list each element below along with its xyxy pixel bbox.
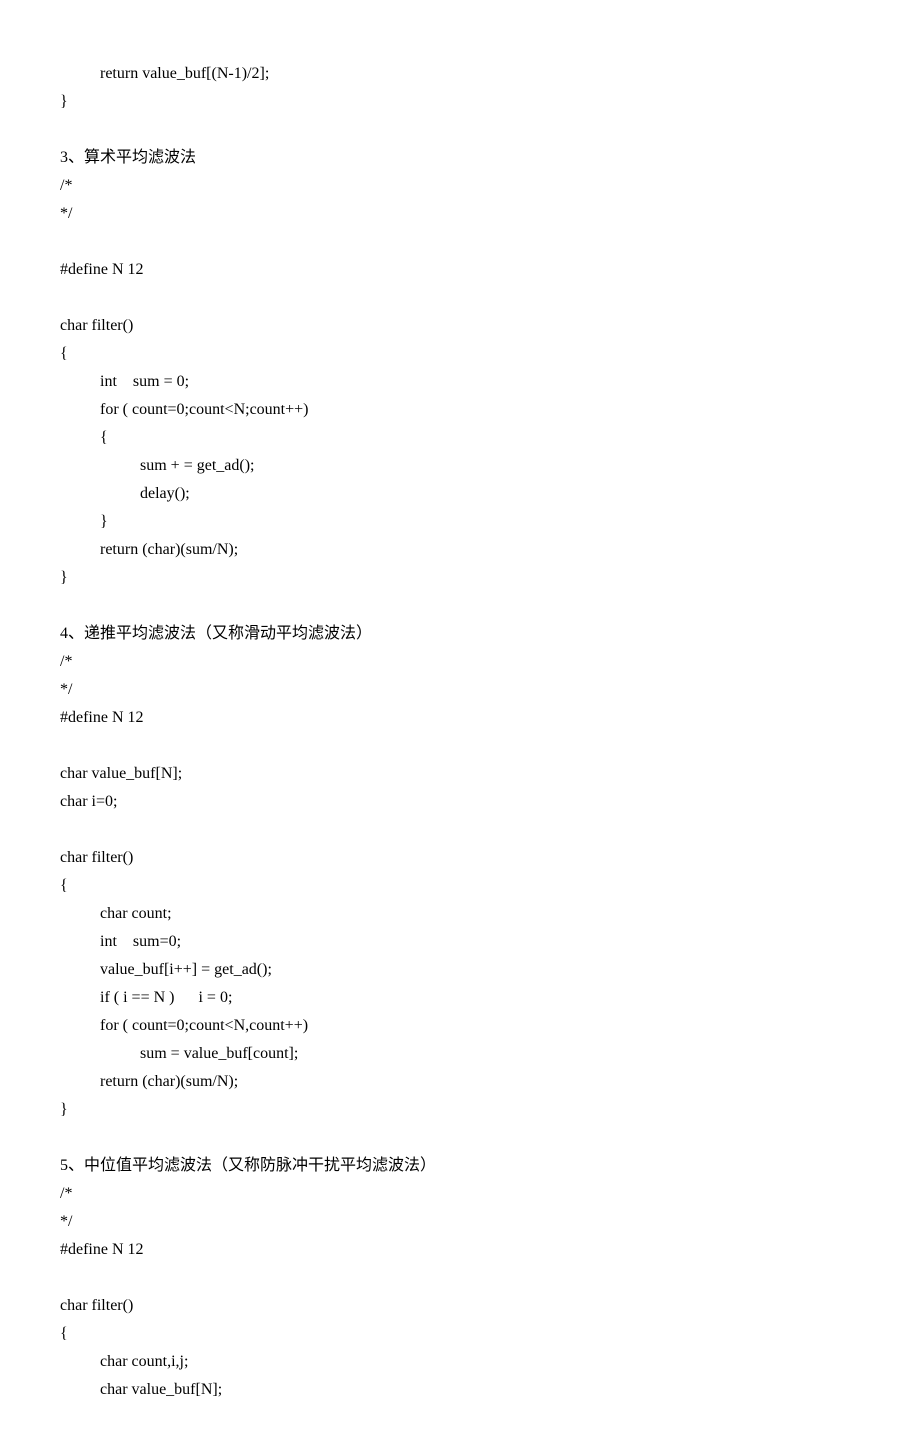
code-line: #define N 12 [60, 256, 860, 284]
code-line: char value_buf[N]; [60, 760, 860, 788]
code-line: delay(); [60, 480, 860, 508]
code-content: return value_buf[(N-1)/2];} 3、算术平均滤波法/**… [60, 60, 860, 1404]
code-line: char value_buf[N]; [60, 1376, 860, 1404]
code-line: } [60, 564, 860, 592]
code-line: { [60, 872, 860, 900]
code-line [60, 1264, 860, 1292]
code-line: /* [60, 648, 860, 676]
code-line: sum + = get_ad(); [60, 452, 860, 480]
code-line: char i=0; [60, 788, 860, 816]
code-line: for ( count=0;count<N,count++) [60, 1012, 860, 1040]
code-line: */ [60, 200, 860, 228]
code-line: return value_buf[(N-1)/2]; [60, 60, 860, 88]
code-line: char count; [60, 900, 860, 928]
code-line: { [60, 424, 860, 452]
code-line: #define N 12 [60, 1236, 860, 1264]
code-line: 3、算术平均滤波法 [60, 144, 860, 172]
code-line [60, 284, 860, 312]
code-line: return (char)(sum/N); [60, 1068, 860, 1096]
code-line [60, 1124, 860, 1152]
code-line: { [60, 1320, 860, 1348]
code-line: value_buf[i++] = get_ad(); [60, 956, 860, 984]
code-line: 4、递推平均滤波法（又称滑动平均滤波法） [60, 620, 860, 648]
code-line: char filter() [60, 1292, 860, 1320]
code-line: sum = value_buf[count]; [60, 1040, 860, 1068]
code-line: /* [60, 1180, 860, 1208]
code-line: { [60, 340, 860, 368]
code-line [60, 116, 860, 144]
code-line [60, 228, 860, 256]
code-line: char filter() [60, 844, 860, 872]
code-line: } [60, 88, 860, 116]
code-line [60, 732, 860, 760]
code-line: */ [60, 676, 860, 704]
code-line: char filter() [60, 312, 860, 340]
code-line: 5、中位值平均滤波法（又称防脉冲干扰平均滤波法） [60, 1152, 860, 1180]
code-line: int sum = 0; [60, 368, 860, 396]
code-line: */ [60, 1208, 860, 1236]
code-line [60, 816, 860, 844]
code-line: /* [60, 172, 860, 200]
code-line: int sum=0; [60, 928, 860, 956]
code-line: if ( i == N ) i = 0; [60, 984, 860, 1012]
code-line: char count,i,j; [60, 1348, 860, 1376]
code-line: #define N 12 [60, 704, 860, 732]
code-line: return (char)(sum/N); [60, 536, 860, 564]
code-line: } [60, 1096, 860, 1124]
code-line: for ( count=0;count<N;count++) [60, 396, 860, 424]
code-line [60, 592, 860, 620]
code-line: } [60, 508, 860, 536]
